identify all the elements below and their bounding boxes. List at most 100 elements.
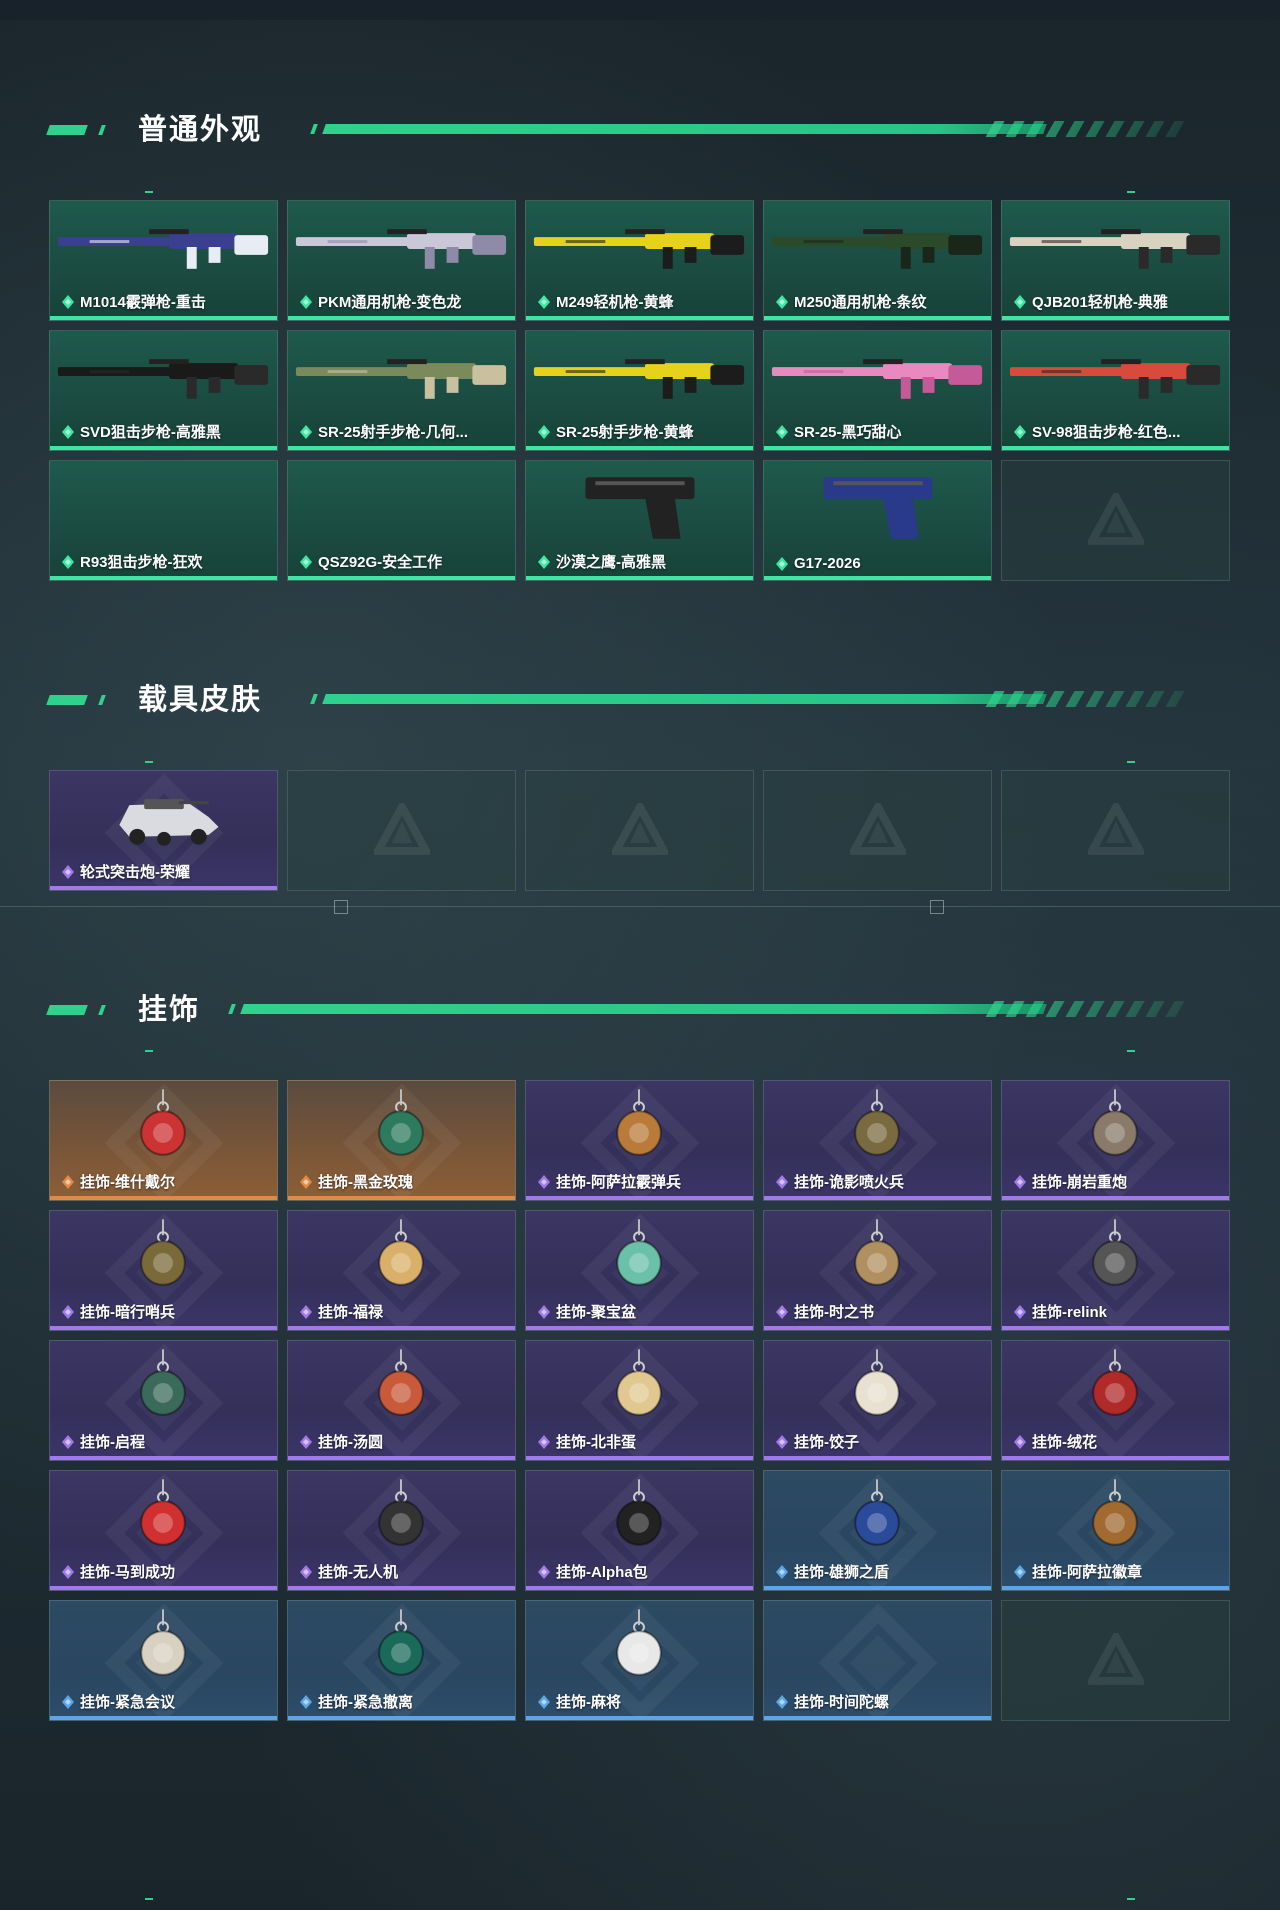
charm-image	[288, 1477, 515, 1557]
item-name: 挂饰-暗行哨兵	[80, 1304, 175, 1321]
item-tile[interactable]: 挂饰-阿萨拉徽章	[1001, 1470, 1230, 1591]
item-tile[interactable]: 挂饰-紧急撤离	[287, 1600, 516, 1721]
corner-marker	[1127, 191, 1135, 193]
item-tile[interactable]: 挂饰-维什戴尔	[49, 1080, 278, 1201]
item-tile[interactable]: 挂饰-北非蛋	[525, 1340, 754, 1461]
charm-image	[50, 1347, 277, 1427]
rarity-diamond-icon	[300, 424, 312, 439]
item-tile[interactable]: 挂饰-时之书	[763, 1210, 992, 1331]
charm-image	[526, 1347, 753, 1427]
section-header-weapon-skins: 普通外观	[46, 110, 1200, 150]
item-tile[interactable]: M249轻机枪-黄蜂	[525, 200, 754, 321]
header-bar	[322, 124, 1047, 134]
item-label-row: 沙漠之鹰-高雅黑	[538, 551, 666, 572]
item-tile[interactable]: 挂饰-启程	[49, 1340, 278, 1461]
item-tile[interactable]: 挂饰-崩岩重炮	[1001, 1080, 1230, 1201]
item-tile[interactable]: 挂饰-诡影喷火兵	[763, 1080, 992, 1201]
item-tile[interactable]: G17-2026	[763, 460, 992, 581]
charm-image	[764, 1347, 991, 1427]
item-name: 挂饰-黑金玫瑰	[318, 1174, 413, 1191]
vehicle-skin-image	[50, 777, 277, 857]
rarity-diamond-icon	[300, 554, 312, 569]
rarity-diamond-icon	[300, 1174, 312, 1189]
item-label-row: 挂饰-紧急会议	[62, 1691, 175, 1712]
header-accent	[98, 125, 106, 135]
item-name: SR-25射手步枪-几何...	[318, 424, 469, 441]
empty-slot	[1001, 1600, 1230, 1721]
item-tile[interactable]: QSZ92G-安全工作	[287, 460, 516, 581]
item-name: 挂饰-聚宝盆	[556, 1304, 636, 1321]
item-tile[interactable]: PKM通用机枪-变色龙	[287, 200, 516, 321]
rarity-diamond-icon	[62, 864, 74, 879]
item-name: 挂饰-马到成功	[80, 1564, 175, 1581]
item-name: 挂饰-维什戴尔	[80, 1174, 175, 1191]
light-machine-gun-skin-image	[1002, 207, 1229, 287]
placeholder-logo-icon	[611, 802, 668, 855]
item-tile[interactable]: 挂饰-时间陀螺	[763, 1600, 992, 1721]
rarity-diamond-icon	[538, 1434, 550, 1449]
rarity-diamond-icon	[538, 1694, 550, 1709]
item-tile[interactable]: 挂饰-relink	[1001, 1210, 1230, 1331]
item-name: M1014霰弹枪-重击	[80, 294, 206, 311]
header-checker-pattern	[985, 691, 1195, 707]
header-bar	[240, 1004, 1047, 1014]
rarity-diamond-icon	[776, 1694, 788, 1709]
item-tile[interactable]: 挂饰-紧急会议	[49, 1600, 278, 1721]
item-tile[interactable]: R93狙击步枪-狂欢	[49, 460, 278, 581]
item-label-row: M250通用机枪-条纹	[776, 291, 927, 312]
item-tile[interactable]: 挂饰-无人机	[287, 1470, 516, 1591]
charm-image	[764, 1477, 991, 1557]
item-tile[interactable]: 轮式突击炮-荣耀	[49, 770, 278, 891]
section-title: 载具皮肤	[138, 684, 263, 716]
item-name: SR-25射手步枪-黄蜂	[556, 424, 694, 441]
decor-square	[930, 900, 944, 914]
item-label-row: 挂饰-麻将	[538, 1691, 621, 1712]
item-label-row: 挂饰-饺子	[776, 1431, 859, 1452]
item-tile[interactable]: 挂饰-阿萨拉霰弹兵	[525, 1080, 754, 1201]
item-tile[interactable]: 沙漠之鹰-高雅黑	[525, 460, 754, 581]
item-tile[interactable]: 挂饰-暗行哨兵	[49, 1210, 278, 1331]
item-tile[interactable]: SVD狙击步枪-高雅黑	[49, 330, 278, 451]
item-tile[interactable]: 挂饰-汤圆	[287, 1340, 516, 1461]
charm-image	[526, 1217, 753, 1297]
item-name: 挂饰-时之书	[794, 1304, 874, 1321]
item-name: 挂饰-时间陀螺	[794, 1694, 889, 1711]
item-name: SR-25-黑巧甜心	[794, 424, 902, 441]
item-tile[interactable]: SR-25-黑巧甜心	[763, 330, 992, 451]
rarity-diamond-icon	[62, 1434, 74, 1449]
item-name: M250通用机枪-条纹	[794, 294, 927, 311]
item-tile[interactable]: 挂饰-饺子	[763, 1340, 992, 1461]
item-tile[interactable]: 挂饰-绒花	[1001, 1340, 1230, 1461]
item-label-row: PKM通用机枪-变色龙	[300, 291, 461, 312]
item-label-row: 挂饰-无人机	[300, 1561, 398, 1582]
item-label-row: 挂饰-雄狮之盾	[776, 1561, 889, 1582]
item-tile[interactable]: 挂饰-黑金玫瑰	[287, 1080, 516, 1201]
item-tile[interactable]: 挂饰-雄狮之盾	[763, 1470, 992, 1591]
item-tile[interactable]: SV-98狙击步枪-红色...	[1001, 330, 1230, 451]
item-label-row: M249轻机枪-黄蜂	[538, 291, 674, 312]
item-tile[interactable]: QJB201轻机枪-典雅	[1001, 200, 1230, 321]
item-tile[interactable]: M1014霰弹枪-重击	[49, 200, 278, 321]
item-tile[interactable]: SR-25射手步枪-几何...	[287, 330, 516, 451]
empty-slot	[287, 770, 516, 891]
section-title: 普通外观	[138, 114, 263, 146]
divider-line	[0, 906, 1280, 907]
item-tile[interactable]: 挂饰-麻将	[525, 1600, 754, 1721]
decor-square	[334, 900, 348, 914]
item-tile[interactable]: M250通用机枪-条纹	[763, 200, 992, 321]
corner-marker	[1127, 1898, 1135, 1900]
item-label-row: 挂饰-relink	[1014, 1301, 1107, 1322]
corner-marker	[145, 191, 153, 193]
item-name: G17-2026	[794, 555, 861, 572]
rarity-diamond-icon	[62, 1304, 74, 1319]
rarity-diamond-icon	[300, 1694, 312, 1709]
item-tile[interactable]: SR-25射手步枪-黄蜂	[525, 330, 754, 451]
item-name: 挂饰-绒花	[1032, 1434, 1097, 1451]
item-tile[interactable]: 挂饰-福禄	[287, 1210, 516, 1331]
item-tile[interactable]: 挂饰-Alpha包	[525, 1470, 754, 1591]
placeholder-logo-icon	[373, 802, 430, 855]
item-tile[interactable]: 挂饰-聚宝盆	[525, 1210, 754, 1331]
charm-image	[526, 1607, 753, 1687]
item-name: 挂饰-麻将	[556, 1694, 621, 1711]
item-tile[interactable]: 挂饰-马到成功	[49, 1470, 278, 1591]
